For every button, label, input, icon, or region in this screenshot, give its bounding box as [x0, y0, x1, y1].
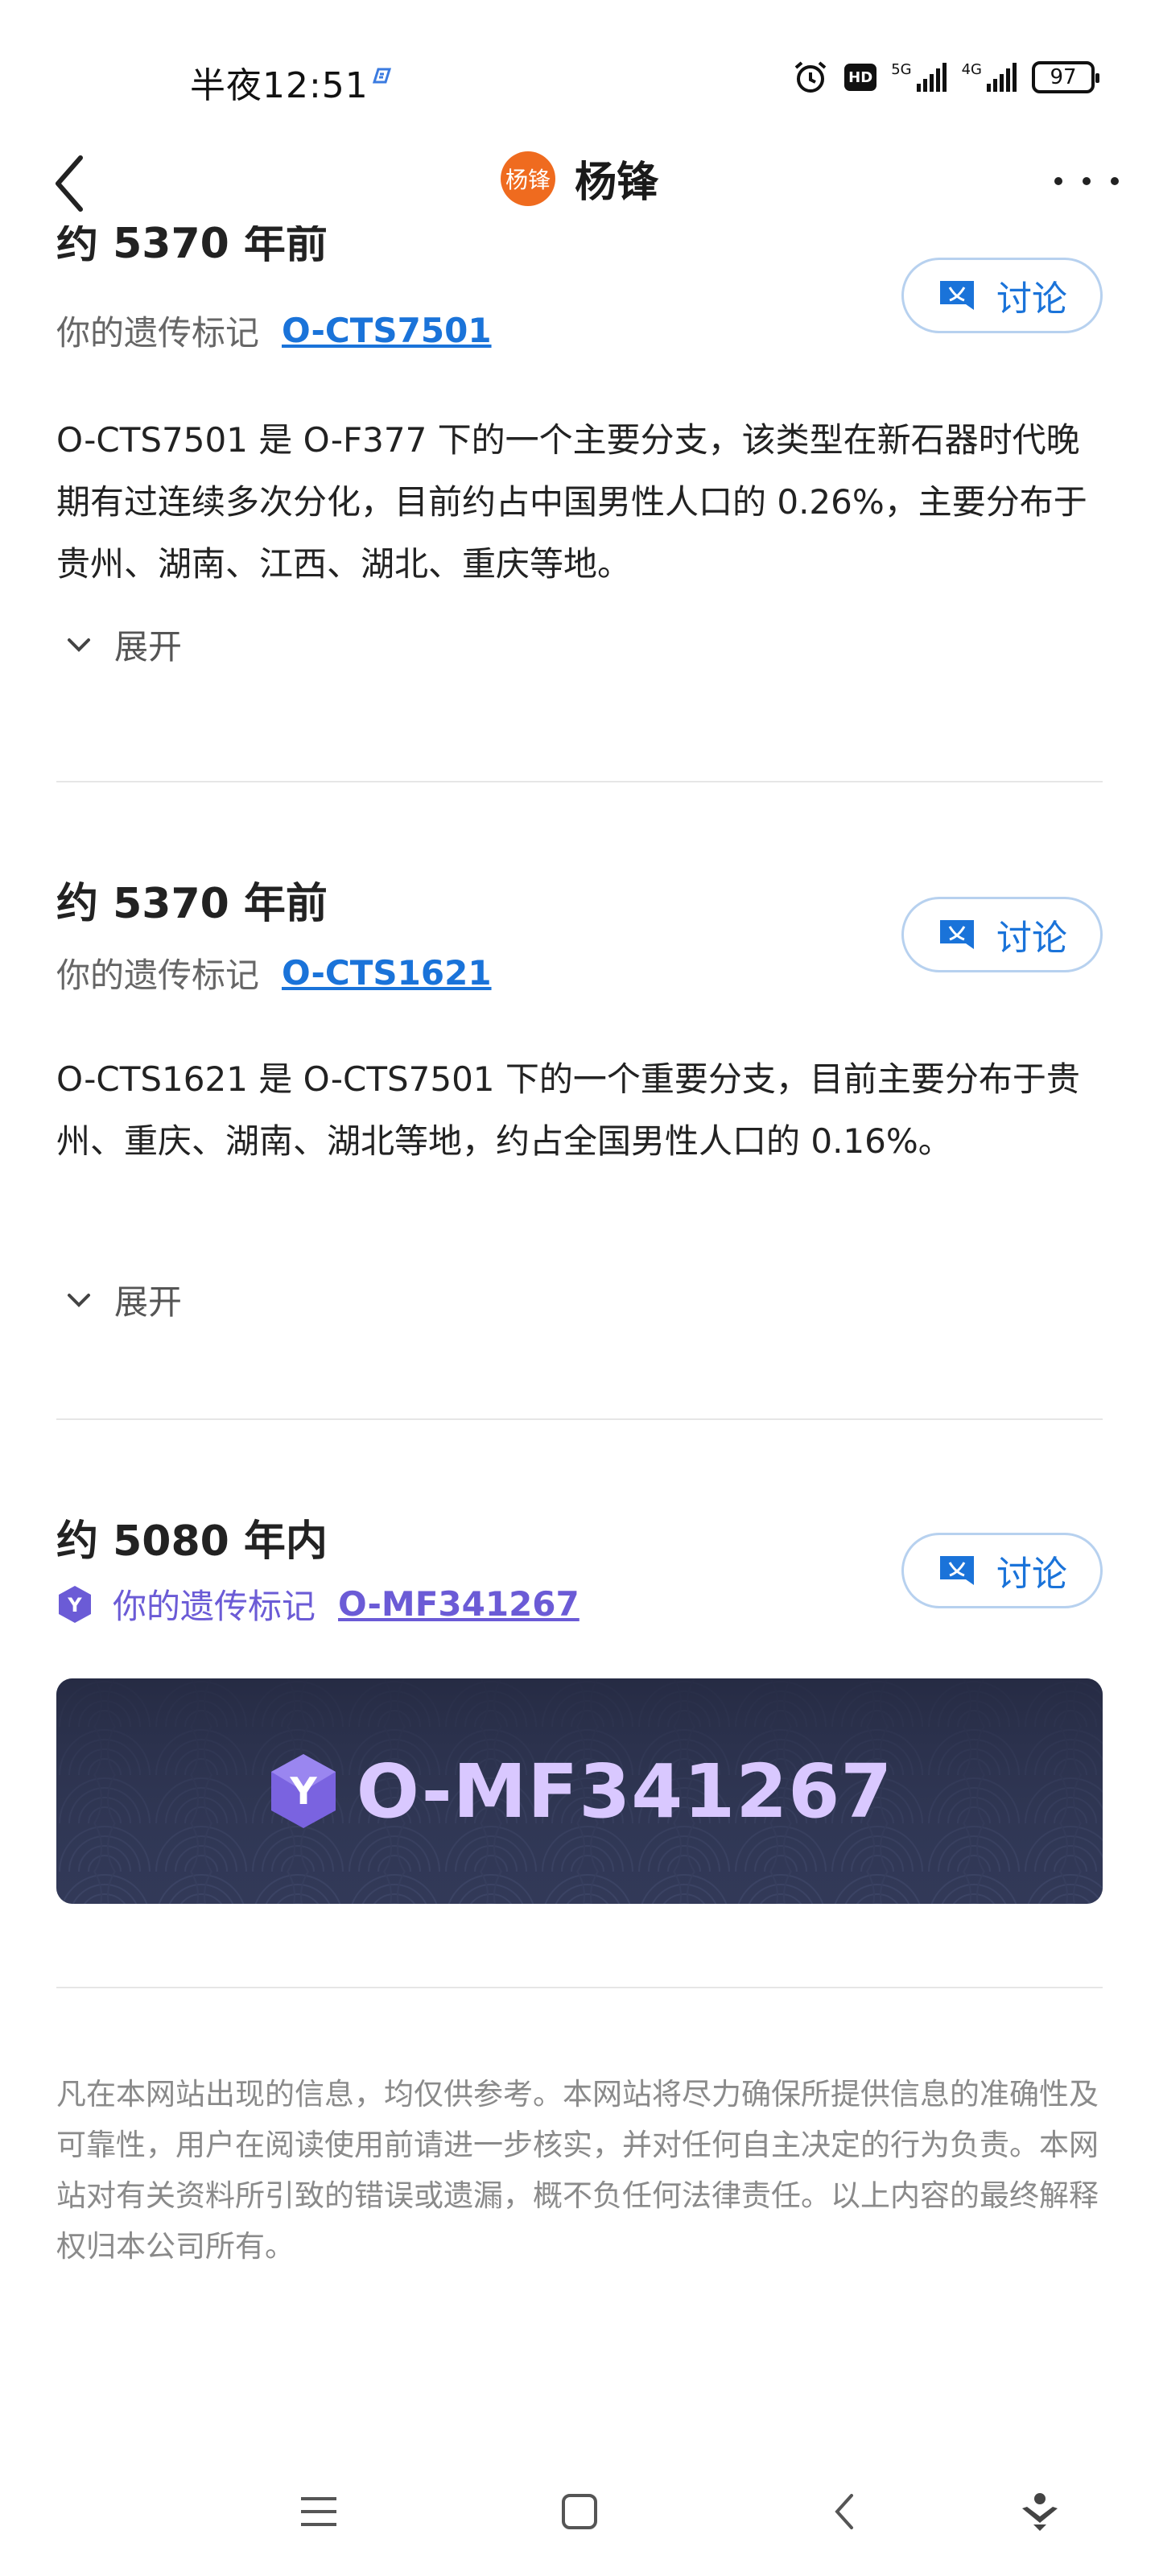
alarm-icon [794, 61, 827, 93]
discuss-button[interactable]: 讨论 [901, 258, 1103, 333]
nav-title-group: 杨锋 杨锋 [0, 148, 1159, 208]
chevron-down-icon [68, 638, 90, 652]
dot-icon [1054, 177, 1062, 185]
marker-label: 你的遗传标记 [113, 1587, 316, 1626]
section-description: O-CTS1621 是 O-CTS7501 下的一个重要分支，目前主要分布于贵州… [56, 1059, 1080, 1161]
more-options-button[interactable] [1054, 161, 1119, 201]
marker-row: 你的遗传标记 O-CTS7501 [56, 306, 492, 355]
status-bar: 半夜12:51 HD 5G 4G 97 [0, 0, 1159, 153]
signal-4g-icon [987, 63, 1017, 92]
battery-icon: 97 [1032, 61, 1099, 93]
signal-5g-label: 5G [891, 61, 912, 78]
status-icons: HD 5G 4G 97 [791, 55, 1099, 100]
discuss-icon [940, 281, 974, 310]
discuss-icon [940, 1556, 974, 1585]
marker-link[interactable]: O-CTS7501 [282, 311, 492, 350]
status-time: 半夜12:51 [190, 65, 369, 106]
top-navbar: 杨锋 杨锋 [0, 137, 1159, 225]
y-badge-letter: Y [67, 1594, 82, 1616]
disclaimer-text: 凡在本网站出现的信息，均仅供参考。本网站将尽力确保所提供信息的准确性及可靠性，用… [56, 2077, 1099, 2264]
discuss-button[interactable]: 讨论 [901, 897, 1103, 972]
expand-button[interactable]: 展开 [64, 1275, 182, 1324]
chevron-down-icon [68, 1293, 90, 1307]
section-description: O-CTS7501 是 O-F377 下的一个主要分支，该类型在新石器时代晚期有… [56, 420, 1087, 584]
discuss-label: 讨论 [996, 1554, 1067, 1595]
signal-4g-label: 4G [961, 61, 982, 78]
expand-label: 展开 [114, 1282, 183, 1322]
dot-icon [1083, 177, 1091, 185]
signal-5g-icon [916, 63, 947, 92]
divider [56, 1418, 1103, 1420]
marker-row: Y 你的遗传标记 O-MF341267 [56, 1579, 580, 1629]
section-heading: 约 5370 年前 [56, 880, 328, 928]
expand-button[interactable]: 展开 [64, 620, 182, 669]
marker-label: 你的遗传标记 [56, 956, 260, 995]
marker-link[interactable]: O-MF341267 [338, 1584, 580, 1624]
system-nav-bar [0, 2463, 1159, 2560]
discuss-icon [940, 920, 974, 949]
y-badge-letter: Y [289, 1769, 317, 1813]
page-title: 杨锋 [574, 159, 658, 207]
section-heading: 约 5080 年内 [56, 1517, 328, 1566]
back-nav-icon[interactable] [821, 2487, 869, 2536]
home-icon[interactable] [555, 2487, 604, 2536]
divider [56, 781, 1103, 782]
marker-row: 你的遗传标记 O-CTS1621 [56, 948, 492, 997]
avatar: 杨锋 [500, 151, 555, 206]
discuss-label: 讨论 [996, 918, 1067, 959]
menu-icon[interactable] [295, 2487, 343, 2536]
marker-link[interactable]: O-CTS1621 [282, 953, 492, 993]
marker-label: 你的遗传标记 [56, 313, 260, 353]
discuss-label: 讨论 [996, 279, 1067, 320]
y-badge-icon: Y [59, 1585, 91, 1623]
banner-content: Y O-MF341267 [56, 1678, 1103, 1904]
dot-icon [1111, 177, 1119, 185]
haplogroup-banner: Y O-MF341267 [56, 1678, 1103, 1904]
banner-haplogroup-text: O-MF341267 [356, 1748, 893, 1835]
divider [56, 1987, 1103, 1988]
sync-icon [372, 68, 392, 84]
assistant-icon[interactable] [1016, 2487, 1064, 2536]
hd-icon: HD [844, 64, 877, 91]
discuss-button[interactable]: 讨论 [901, 1533, 1103, 1608]
expand-label: 展开 [114, 627, 183, 667]
y-badge-icon: Y [270, 1754, 336, 1828]
